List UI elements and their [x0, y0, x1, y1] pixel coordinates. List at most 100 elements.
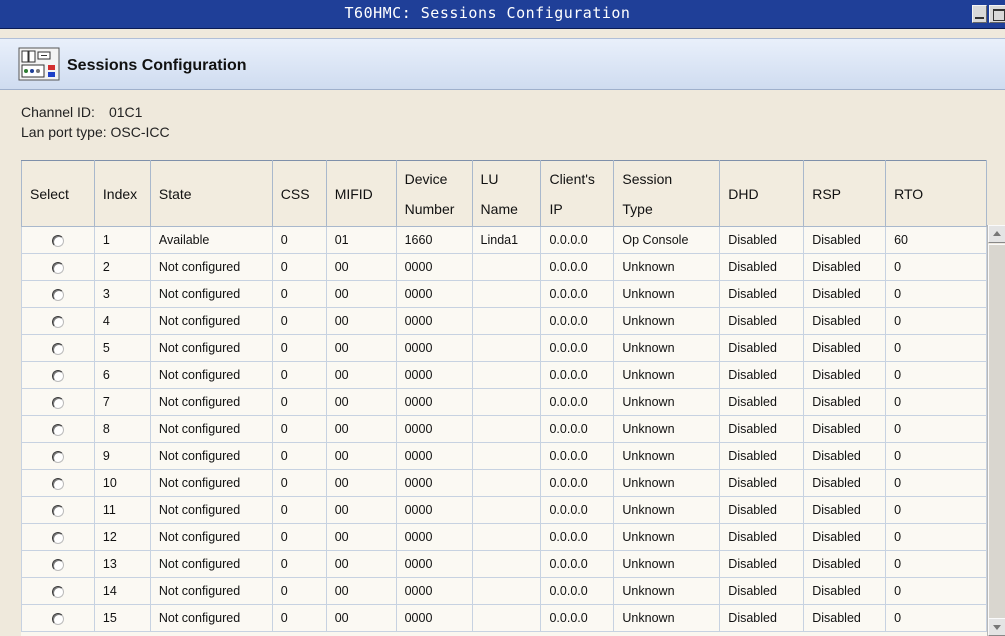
table-cell: 0.0.0.0 — [540, 415, 615, 443]
table-cell: 10 — [93, 469, 151, 497]
table-row[interactable]: 11 Not configured 0 00 0000 0.0.0.0 Unknown Dis… — [21, 496, 987, 524]
table-row[interactable]: 14 Not configured 0 00 0000 0.0.0.0 Unknown Dis… — [21, 577, 987, 605]
column-header-label: CSS — [280, 185, 310, 202]
select-radio-button[interactable] — [51, 234, 64, 247]
select-radio-button[interactable] — [51, 396, 64, 409]
table-cell — [471, 523, 542, 551]
column-header-label: MIFID — [334, 185, 373, 202]
table-cell: 4 — [93, 307, 151, 335]
table-row[interactable]: 2 Not configured 0 00 0000 0.0.0.0 Unknown Disa… — [21, 253, 987, 281]
vertical-scrollbar[interactable] — [987, 225, 1005, 636]
select-radio-button[interactable] — [51, 450, 64, 463]
select-radio-button[interactable] — [51, 315, 64, 328]
minimize-button[interactable] — [972, 5, 987, 23]
select-radio-button[interactable] — [51, 288, 64, 301]
table-cell: 0000 — [395, 550, 473, 578]
table-cell: 8 — [93, 415, 151, 443]
table-row[interactable]: 3 Not configured 0 00 0000 0.0.0.0 Unknown Disa… — [21, 280, 987, 308]
column-header-label-line2: Number — [404, 200, 455, 217]
select-cell — [21, 496, 95, 524]
table-cell: 0 — [885, 496, 987, 524]
column-header-label: RSP — [812, 185, 841, 202]
table-row[interactable]: 10 Not configured 0 00 0000 0.0.0.0 Unknown Dis… — [21, 469, 987, 497]
table-cell: Not configured — [149, 604, 273, 632]
table-cell: 0 — [271, 226, 327, 254]
table-cell: 00 — [325, 280, 397, 308]
table-row[interactable]: 5 Not configured 0 00 0000 0.0.0.0 Unknown Disa… — [21, 334, 987, 362]
select-radio-button[interactable] — [51, 531, 64, 544]
table-cell: 0 — [271, 550, 327, 578]
table-cell: Disabled — [719, 496, 805, 524]
table-cell: 00 — [325, 469, 397, 497]
table-row[interactable]: 7 Not configured 0 00 0000 0.0.0.0 Unknown Disa… — [21, 388, 987, 416]
lan-port-type-label: Lan port type: — [21, 124, 107, 140]
table-cell: Disabled — [719, 361, 805, 389]
select-radio-button[interactable] — [51, 261, 64, 274]
scroll-down-arrow-icon[interactable] — [988, 618, 1005, 636]
select-cell — [21, 442, 95, 470]
table-cell: Not configured — [149, 577, 273, 605]
table-row[interactable]: 12 Not configured 0 00 0000 0.0.0.0 Unknown Dis… — [21, 523, 987, 551]
column-header: State — [149, 160, 273, 227]
column-header: Client's IP — [540, 160, 615, 227]
scroll-up-arrow-icon[interactable] — [988, 225, 1005, 243]
sessions-table: Select Index State CSS MIFID Device Number LU Na… — [21, 160, 987, 632]
table-cell: Unknown — [613, 469, 721, 497]
table-cell: 0.0.0.0 — [540, 361, 615, 389]
table-cell: 0.0.0.0 — [540, 469, 615, 497]
table-cell: Disabled — [803, 469, 887, 497]
table-row[interactable]: 15 Not configured 0 00 0000 0.0.0.0 Unknown Dis… — [21, 604, 987, 632]
table-row[interactable]: 8 Not configured 0 00 0000 0.0.0.0 Unknown Disa… — [21, 415, 987, 443]
column-header: MIFID — [325, 160, 397, 227]
table-cell: 7 — [93, 388, 151, 416]
table-cell: 0 — [885, 442, 987, 470]
table-cell: 0000 — [395, 307, 473, 335]
table-cell: 00 — [325, 415, 397, 443]
table-row[interactable]: 6 Not configured 0 00 0000 0.0.0.0 Unknown Disa… — [21, 361, 987, 389]
column-header-label: Session — [622, 170, 673, 187]
table-cell: Disabled — [719, 388, 805, 416]
table-cell: Disabled — [803, 361, 887, 389]
table-cell: Disabled — [719, 604, 805, 632]
table-cell — [471, 253, 542, 281]
channel-id-label: Channel ID: — [21, 104, 95, 120]
table-cell: 9 — [93, 442, 151, 470]
table-cell: 60 — [885, 226, 987, 254]
table-cell: 0.0.0.0 — [540, 253, 615, 281]
table-row[interactable]: 1 Available 0 01 1660 Linda1 0.0.0.0 Op Console… — [21, 226, 987, 254]
maximize-button[interactable] — [989, 5, 1005, 23]
table-cell — [471, 469, 542, 497]
table-cell: Unknown — [613, 280, 721, 308]
table-row[interactable]: 13 Not configured 0 00 0000 0.0.0.0 Unknown Dis… — [21, 550, 987, 578]
table-cell: 0 — [271, 253, 327, 281]
sessions-table-container: Select Index State CSS MIFID Device Number LU Na… — [21, 160, 987, 636]
column-header: RTO — [885, 160, 987, 227]
page-title: Sessions Configuration — [67, 57, 247, 74]
table-cell: 0 — [885, 280, 987, 308]
panel-header: Sessions Configuration — [0, 38, 1005, 90]
select-radio-button[interactable] — [51, 477, 64, 490]
select-radio-button[interactable] — [51, 585, 64, 598]
window-titlebar: T60HMC: Sessions Configuration — [0, 0, 1005, 29]
select-radio-button[interactable] — [51, 612, 64, 625]
table-row[interactable]: 4 Not configured 0 00 0000 0.0.0.0 Unknown Disa… — [21, 307, 987, 335]
table-cell: Disabled — [719, 226, 805, 254]
select-radio-button[interactable] — [51, 558, 64, 571]
table-row[interactable]: 9 Not configured 0 00 0000 0.0.0.0 Unknown Disa… — [21, 442, 987, 470]
table-cell: 15 — [93, 604, 151, 632]
table-cell: Unknown — [613, 307, 721, 335]
select-radio-button[interactable] — [51, 504, 64, 517]
table-cell: 5 — [93, 334, 151, 362]
select-radio-button[interactable] — [51, 423, 64, 436]
table-cell: 0 — [885, 577, 987, 605]
table-cell: 0000 — [395, 442, 473, 470]
table-cell: 0000 — [395, 577, 473, 605]
scrollbar-thumb[interactable] — [988, 244, 1005, 619]
column-header-label: RTO — [894, 185, 924, 202]
table-cell: Disabled — [803, 496, 887, 524]
select-radio-button[interactable] — [51, 342, 64, 355]
table-cell: 0.0.0.0 — [540, 307, 615, 335]
table-cell: Unknown — [613, 253, 721, 281]
select-radio-button[interactable] — [51, 369, 64, 382]
table-cell: 01 — [325, 226, 397, 254]
